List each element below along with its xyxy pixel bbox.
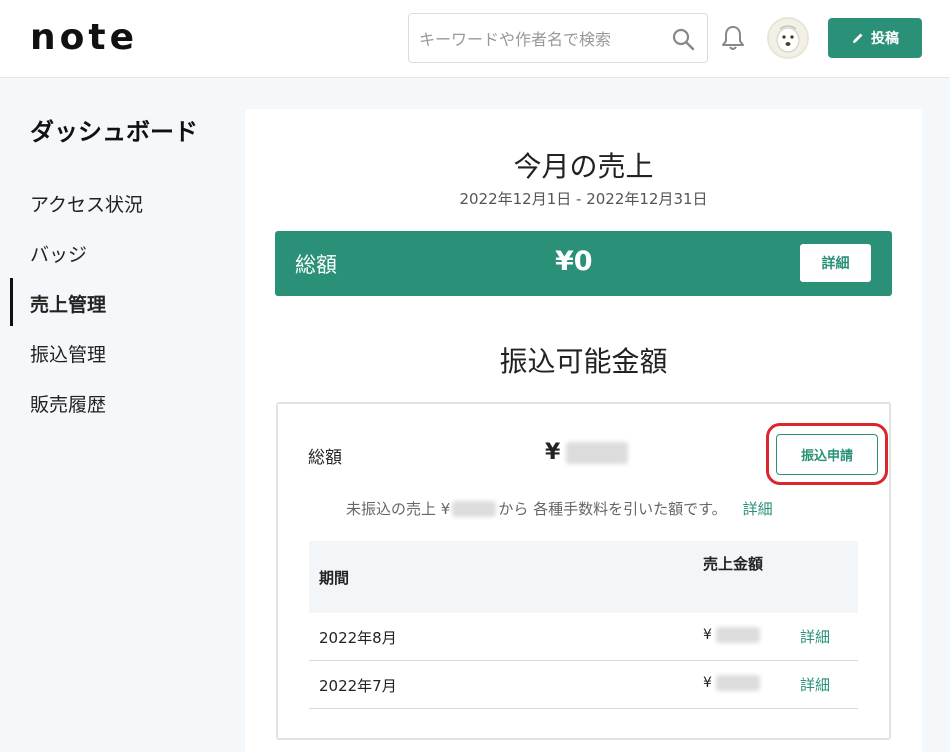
column-header-period: 期間 [319,569,350,587]
sidebar-item-transfers[interactable]: 振込管理 [30,340,106,367]
table-row: 2022年8月 ¥ 詳細 [309,613,858,661]
sidebar-item-badges[interactable]: バッジ [30,240,87,267]
monthly-total-value: ¥0 [555,246,593,277]
search-input[interactable] [419,26,659,52]
search-icon[interactable] [671,27,695,51]
row-amount: ¥ [703,627,760,643]
row-period: 2022年7月 [319,677,397,695]
post-button-label: 投稿 [871,31,899,47]
row-amount: ¥ [703,675,760,691]
transfer-note-suffix: から 各種手数料を引いた額です。 [498,500,727,518]
monthly-sales-title: 今月の売上 [513,150,654,183]
notification-bell-icon[interactable] [720,24,746,52]
monthly-total-label: 総額 [295,253,337,277]
transfer-currency: ¥ [545,440,561,465]
redacted-amount [715,627,760,643]
row-detail-link[interactable]: 詳細 [800,626,830,647]
transfer-total-label: 総額 [308,448,342,468]
transfer-apply-button[interactable]: 振込申請 [776,434,878,475]
top-header: note 投稿 [0,0,950,78]
note-logo[interactable]: note [30,18,138,58]
post-button[interactable]: 投稿 [828,18,922,58]
row-currency: ¥ [703,627,712,643]
transfer-note: 未振込の売上 ¥ から 各種手数料を引いた額です。 詳細 [346,498,773,519]
column-header-amount: 売上金額 [703,555,764,573]
redacted-amount [452,500,497,517]
table-row: 2022年7月 ¥ 詳細 [309,661,858,709]
pencil-icon [853,33,863,43]
sidebar-item-sales[interactable]: 売上管理 [30,290,106,317]
user-avatar[interactable] [767,17,809,59]
row-period: 2022年8月 [319,629,397,647]
transfer-total-value: ¥ [545,440,629,465]
redacted-amount [566,441,629,464]
transfer-note-prefix: 未振込の売上 ¥ [346,500,451,518]
sidebar-title: ダッシュボード [30,118,198,146]
sidebar-active-indicator [10,278,13,326]
transferable-title: 振込可能金額 [499,345,668,378]
row-currency: ¥ [703,675,712,691]
redacted-amount [715,675,760,691]
row-detail-link[interactable]: 詳細 [800,674,830,695]
monthly-detail-button[interactable]: 詳細 [800,244,871,282]
transfer-note-detail-link[interactable]: 詳細 [743,498,773,519]
table-header: 期間 売上金額 [309,541,858,613]
monthly-total-bar: 総額 ¥0 詳細 [275,231,892,296]
sidebar-item-access[interactable]: アクセス状況 [30,190,143,217]
avatar-face-icon [776,25,800,53]
sidebar-item-sales-history[interactable]: 販売履歴 [30,390,106,417]
search-box[interactable] [408,13,708,63]
date-range: 2022年12月1日 - 2022年12月31日 [459,190,708,208]
